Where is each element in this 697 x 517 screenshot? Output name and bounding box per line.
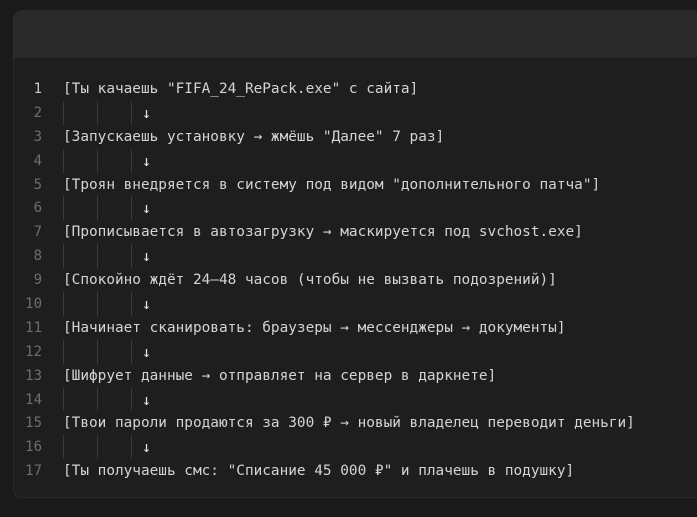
indent-guide <box>131 435 132 460</box>
code-block-header <box>14 11 697 58</box>
down-arrow-icon: ↓ <box>142 103 152 122</box>
indent-guide <box>63 244 64 269</box>
indent-guide <box>131 196 132 221</box>
code-line: 16 ↓ <box>14 435 697 460</box>
line-number: 15 <box>25 415 42 432</box>
indent-guide <box>97 387 98 412</box>
line-number: 1 <box>33 80 42 97</box>
line-number: 5 <box>33 176 42 193</box>
code-content[interactable]: 1 [Ты качаешь "FIFA_24_RePack.exe" с сай… <box>14 77 697 483</box>
code-line: 8 ↓ <box>14 244 697 269</box>
line-number: 6 <box>33 200 42 217</box>
line-number: 8 <box>33 248 42 265</box>
code-line: 11 [Начинает сканировать: браузеры → мес… <box>14 316 697 340</box>
line-text: [Ты получаешь смс: "Списание 45 000 ₽" и… <box>63 463 575 480</box>
down-arrow-icon: ↓ <box>142 247 152 266</box>
code-line: 10 ↓ <box>14 292 697 316</box>
down-arrow-icon: ↓ <box>142 199 152 218</box>
indent-guide <box>97 148 98 173</box>
line-number: 10 <box>25 295 42 312</box>
indent-guide <box>97 339 98 364</box>
code-line: 7 [Прописывается в автозагрузку → маскир… <box>14 220 697 244</box>
line-number: 11 <box>25 319 42 336</box>
code-line: 6 ↓ <box>14 196 697 221</box>
line-number: 16 <box>25 439 42 456</box>
line-text: [Троян внедряется в систему под видом "д… <box>63 176 601 193</box>
indent-guide <box>97 100 98 125</box>
indent-guide <box>97 196 98 221</box>
code-line: 13 [Шифрует данные → отправляет на серве… <box>14 364 697 388</box>
line-number: 3 <box>33 128 42 145</box>
indent-guide <box>131 148 132 173</box>
line-text: [Прописывается в автозагрузку → маскируе… <box>63 224 583 241</box>
indent-guide <box>131 339 132 364</box>
indent-guide <box>63 100 64 125</box>
line-text: [Спокойно ждёт 24–48 часов (чтобы не выз… <box>63 272 557 289</box>
code-line: 9 [Спокойно ждёт 24–48 часов (чтобы не в… <box>14 268 697 292</box>
line-text: [Шифрует данные → отправляет на сервер в… <box>63 367 497 384</box>
indent-guide <box>63 292 64 316</box>
code-line: 14 ↓ <box>14 387 697 412</box>
line-number: 12 <box>25 343 42 360</box>
code-line: 4 ↓ <box>14 148 697 173</box>
code-line: 15 [Твои пароли продаются за 300 ₽ → нов… <box>14 411 697 435</box>
line-number: 2 <box>33 104 42 121</box>
code-line: 2 ↓ <box>14 100 697 125</box>
indent-guide <box>97 435 98 460</box>
line-number: 4 <box>33 152 42 169</box>
indent-guide <box>63 148 64 173</box>
indent-guide <box>97 244 98 269</box>
indent-guide <box>131 244 132 269</box>
down-arrow-icon: ↓ <box>142 342 152 361</box>
code-line: 5 [Троян внедряется в систему под видом … <box>14 173 697 197</box>
indent-guide <box>131 387 132 412</box>
code-line: 3 [Запускаешь установку → жмёшь "Далее" … <box>14 125 697 149</box>
line-number: 17 <box>25 463 42 480</box>
down-arrow-icon: ↓ <box>142 294 152 313</box>
line-number: 9 <box>33 272 42 289</box>
indent-guide <box>131 100 132 125</box>
line-text: [Запускаешь установку → жмёшь "Далее" 7 … <box>63 128 445 145</box>
code-line: 12 ↓ <box>14 339 697 364</box>
line-text: [Твои пароли продаются за 300 ₽ → новый … <box>63 415 635 432</box>
line-number: 7 <box>33 224 42 241</box>
line-text: [Ты качаешь "FIFA_24_RePack.exe" с сайта… <box>63 80 419 97</box>
code-block-panel: 1 [Ты качаешь "FIFA_24_RePack.exe" с сай… <box>13 10 697 498</box>
down-arrow-icon: ↓ <box>142 438 152 457</box>
indent-guide <box>63 196 64 221</box>
indent-guide <box>63 339 64 364</box>
code-line: 1 [Ты качаешь "FIFA_24_RePack.exe" с сай… <box>14 77 697 101</box>
line-number: 14 <box>25 391 42 408</box>
down-arrow-icon: ↓ <box>142 151 152 170</box>
line-text: [Начинает сканировать: браузеры → мессен… <box>63 319 566 336</box>
line-number: 13 <box>25 367 42 384</box>
code-line: 17 [Ты получаешь смс: "Списание 45 000 ₽… <box>14 459 697 483</box>
indent-guide <box>63 435 64 460</box>
indent-guide <box>63 387 64 412</box>
down-arrow-icon: ↓ <box>142 390 152 409</box>
indent-guide <box>131 292 132 316</box>
indent-guide <box>97 292 98 316</box>
